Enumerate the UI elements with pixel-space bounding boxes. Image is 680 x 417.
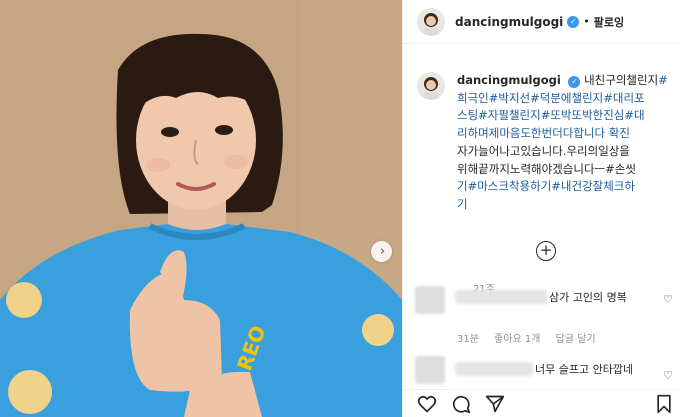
next-image-button[interactable]: › (371, 241, 392, 262)
comment-avatar[interactable] (415, 286, 445, 314)
comment-username-blurred (455, 362, 533, 376)
caption-line[interactable]: 기#마스크착용하기#내건강잘체크하 (457, 178, 669, 196)
reply-button[interactable]: 답글 달기 (556, 334, 596, 345)
avatar-image (417, 7, 445, 36)
comment-avatar[interactable] (415, 356, 445, 384)
comment-icon[interactable] (451, 394, 471, 414)
following-button[interactable]: 팔로잉 (594, 14, 624, 30)
caption-line[interactable]: 희극인#박지선#덕분에챌린지#대리포 (457, 90, 669, 108)
caption-line: 위해끝까지노력해야겠습니다ㅡ#손씻 (457, 161, 636, 176)
caption-username[interactable]: dancingmulgogi (457, 73, 561, 87)
comment-username-blurred (455, 290, 547, 304)
heart-icon[interactable]: ♡ (663, 369, 673, 382)
chevron-right-icon: › (379, 244, 386, 259)
bookmark-icon[interactable] (655, 394, 673, 414)
comment-likes[interactable]: 좋아요 1개 (494, 334, 540, 345)
photo-illustration: REO (0, 0, 402, 417)
caption-line: 내친구의챌린지 (580, 73, 659, 87)
avatar[interactable] (417, 7, 445, 36)
post-side-panel: dancingmulgogi ✓ • 팔로잉 dancingmulgogi ✓ … (402, 0, 680, 417)
post-username[interactable]: dancingmulgogi (455, 15, 563, 29)
comment-meta: 31분 좋아요 1개 답글 달기 (457, 330, 608, 345)
caption-line[interactable]: 스팅#자필챌린지#또박또박한진심#대 (457, 107, 669, 125)
comment-item: 너무 슬프고 안타깝네 ♡ (415, 356, 677, 386)
comment-time[interactable]: 31분 (457, 334, 479, 345)
comment-text: 삼가 고인의 명복 (549, 291, 627, 304)
paper-plane-icon[interactable] (485, 394, 505, 414)
load-more-comments-button[interactable]: + (536, 241, 556, 261)
caption-avatar[interactable] (417, 72, 445, 100)
post-photo: REO › (0, 0, 402, 417)
caption-line[interactable]: 기 (457, 196, 669, 214)
caption-line[interactable]: 리하며제마음도한번더다합니다 확진 (457, 125, 669, 143)
caption-line: 자가늘어나고있습니다.우리의일상을 (457, 143, 630, 158)
heart-icon[interactable]: ♡ (663, 293, 673, 306)
avatar-image (417, 72, 445, 100)
verified-badge-icon: ✓ (567, 15, 580, 28)
action-bar (403, 389, 680, 417)
heart-icon[interactable] (417, 394, 437, 414)
hashtag[interactable]: # (658, 73, 668, 87)
verified-badge-icon: ✓ (568, 76, 581, 88)
comment-item: 삼가 고인의 명복 ♡ 31분 좋아요 1개 답글 달기 (415, 284, 677, 354)
separator-dot: • (583, 15, 590, 28)
caption-text: dancingmulgogi ✓ 내친구의챌린지# 희극인#박지선#덕분에챌린지… (457, 72, 669, 214)
comment-text: 너무 슬프고 안타깝네 (535, 363, 634, 376)
plus-circle-icon: + (539, 241, 553, 259)
post-header: dancingmulgogi ✓ • 팔로잉 (403, 0, 680, 44)
